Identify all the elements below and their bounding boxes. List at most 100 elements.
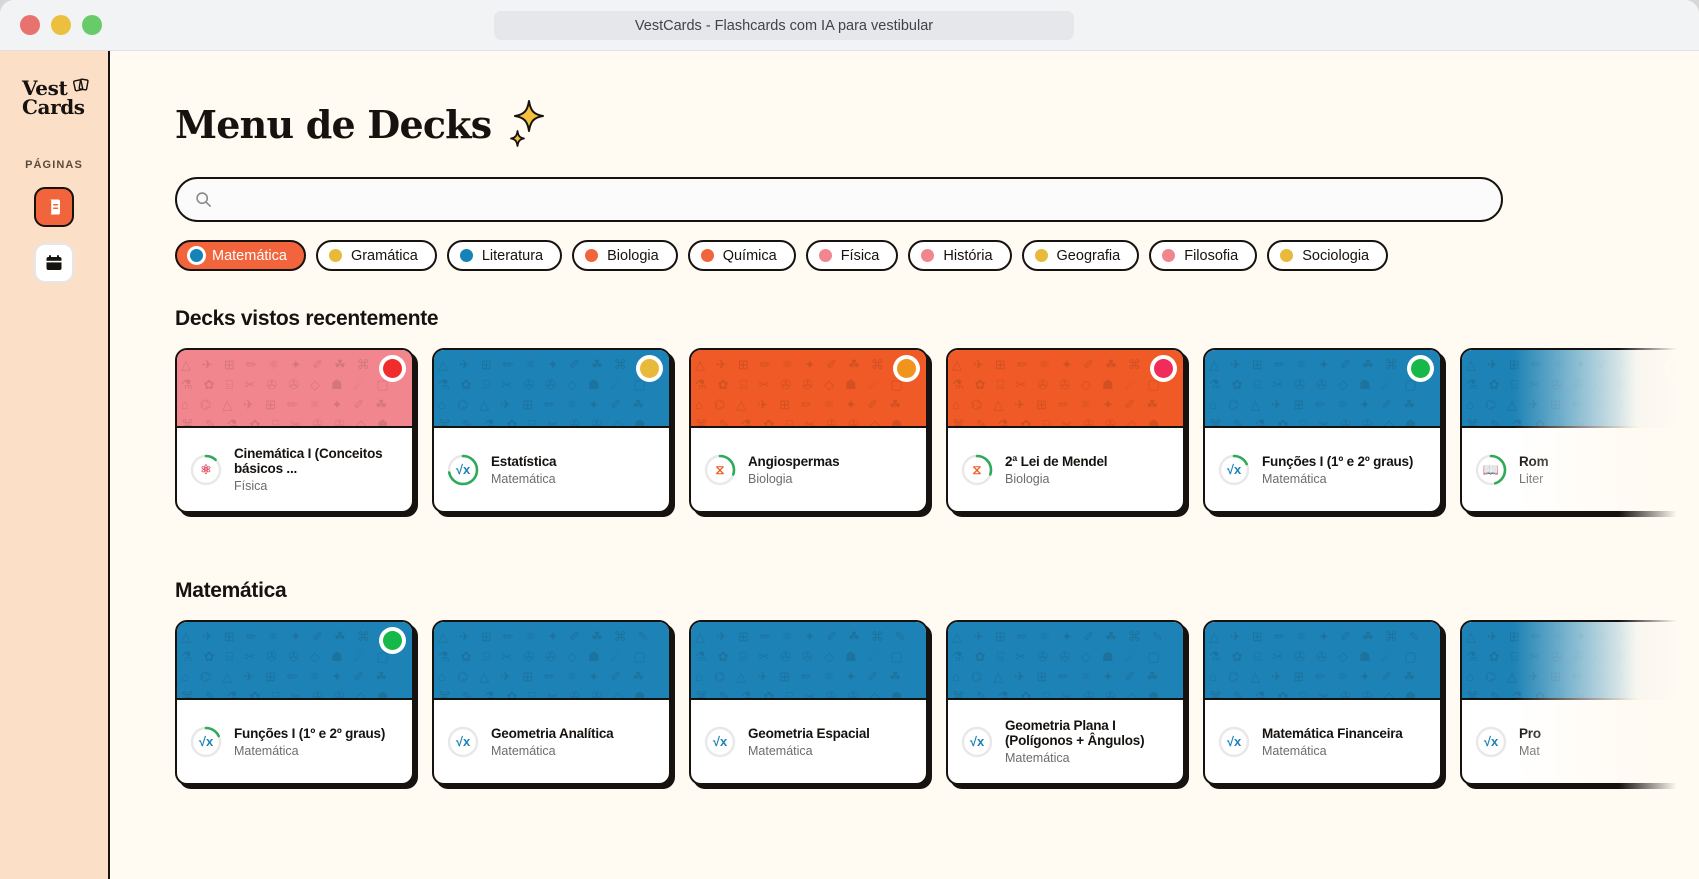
deck-info: √x Pro Mat (1462, 700, 1697, 783)
deck-status-dot (1668, 359, 1687, 378)
deck-carousel[interactable]: △✈⊞✏⚛✦✐☘⌘✎⚗✿⌸✂✇✇◇☗☄▢⌂⌬△✈⊞✏⚛✦✐☘⌘✎⚗✿⌸✂✇✇◇☗… (110, 620, 1699, 797)
deck-banner: △✈⊞✏⚛✦✐☘⌘✎⚗✿⌸✂✇✇◇☗☄▢⌂⌬△✈⊞✏⚛✦✐☘⌘✎⚗✿⌸✂✇✇◇☗ (177, 622, 412, 700)
filter-chip-matematica[interactable]: Matemática (175, 240, 306, 271)
minimize-button[interactable] (51, 15, 71, 35)
deck-card[interactable]: △✈⊞✏⚛✦✐☘⌘✎⚗✿⌸✂✇✇◇☗☄▢⌂⌬△✈⊞✏⚛✦✐☘⌘✎⚗✿⌸✂✇✇◇☗… (689, 620, 928, 785)
sidebar-item-calendario[interactable] (34, 243, 74, 283)
deck-subject-icon: ⧖ (972, 461, 982, 477)
deck-subject-icon: √x (455, 734, 471, 749)
filter-chip-dot (1162, 249, 1176, 262)
notebook-icon (48, 199, 60, 215)
deck-card[interactable]: △✈⊞✏⚛✦✐☘⌘✎⚗✿⌸✂✇✇◇☗☄▢⌂⌬△✈⊞✏⚛✦✐☘⌘✎⚗✿⌸✂✇✇◇☗… (1203, 620, 1442, 785)
deck-subject-icon: 📖 (1482, 461, 1500, 477)
deck-info: ⚛ Cinemática I (Conceitos básicos ... Fí… (177, 428, 412, 511)
deck-banner-pattern: △✈⊞✏⚛✦✐☘⌘✎⚗✿⌸✂✇✇◇☗☄▢⌂⌬△✈⊞✏⚛✦✐☘⌘✎⚗✿⌸✂✇✇◇☗ (952, 629, 1174, 700)
app-window: VestCards - Flashcards com IA para vesti… (0, 0, 1699, 879)
deck-progress-ring: ⧖ (960, 453, 994, 487)
deck-subject: Biologia (1005, 471, 1050, 486)
filter-chip-quimica[interactable]: Química (687, 240, 796, 271)
deck-subject-icon: √x (712, 734, 728, 749)
deck-carousel[interactable]: △✈⊞✏⚛✦✐☘⌘✎⚗✿⌸✂✇✇◇☗☄▢⌂⌬△✈⊞✏⚛✦✐☘⌘✎⚗✿⌸✂✇✇◇☗… (110, 348, 1699, 525)
deck-name: Geometria Espacial (748, 725, 870, 741)
deck-progress-ring: √x (446, 725, 480, 759)
filter-chip-label: Gramática (350, 247, 418, 264)
search-icon (196, 192, 211, 207)
filter-chip-literatura[interactable]: Literatura (446, 240, 563, 271)
filter-chip-label: Biologia (607, 247, 659, 264)
deck-info: √x Matemática Financeira Matemática (1205, 700, 1440, 783)
deck-info: ⧖ 2ª Lei de Mendel Biologia (948, 428, 1183, 511)
filter-chip-label: Filosofia (1184, 247, 1239, 264)
sidebar-section-label: PÁGINAS (25, 159, 83, 171)
deck-name: Pro (1519, 725, 1541, 741)
deck-info: √x Geometria Plana I (Polígonos + Ângulo… (948, 700, 1183, 783)
filter-chip-label: Geografia (1056, 247, 1121, 264)
filter-chip-dot (459, 249, 473, 262)
filter-chip-dot (585, 249, 599, 262)
deck-subject: Matemática (1262, 471, 1327, 486)
deck-subject: Matemática (234, 743, 299, 758)
app-logo[interactable]: Vest Cards (22, 78, 89, 117)
filter-chip-dot (921, 249, 935, 262)
search-bar[interactable] (175, 177, 1503, 222)
deck-card[interactable]: △✈⊞✏⚛✦✐☘⌘✎⚗✿⌸✂✇✇◇☗☄▢⌂⌬△✈⊞✏⚛✦✐☘⌘✎⚗✿⌸✂✇✇◇☗… (1460, 348, 1699, 513)
deck-progress-ring: √x (960, 725, 994, 759)
section-title: Decks vistos recentemente (175, 307, 439, 330)
deck-subject: Matemática (1005, 751, 1070, 765)
deck-card[interactable]: △✈⊞✏⚛✦✐☘⌘✎⚗✿⌸✂✇✇◇☗☄▢⌂⌬△✈⊞✏⚛✦✐☘⌘✎⚗✿⌸✂✇✇◇☗… (689, 348, 928, 513)
filter-chip-sociologia[interactable]: Sociologia (1267, 240, 1389, 271)
deck-info: ⧖ Angiospermas Biologia (691, 428, 926, 511)
deck-banner: △✈⊞✏⚛✦✐☘⌘✎⚗✿⌸✂✇✇◇☗☄▢⌂⌬△✈⊞✏⚛✦✐☘⌘✎⚗✿⌸✂✇✇◇☗ (434, 622, 669, 700)
deck-card[interactable]: △✈⊞✏⚛✦✐☘⌘✎⚗✿⌸✂✇✇◇☗☄▢⌂⌬△✈⊞✏⚛✦✐☘⌘✎⚗✿⌸✂✇✇◇☗… (175, 620, 414, 785)
sidebar-item-decks[interactable] (34, 187, 74, 227)
filter-chip-fisica[interactable]: Física (805, 240, 899, 271)
deck-progress-ring: 📖 (1474, 453, 1508, 487)
filter-chip-biologia[interactable]: Biologia (572, 240, 678, 271)
deck-subject-icon: √x (969, 734, 985, 749)
deck-name: Geometria Analítica (491, 725, 614, 741)
deck-card[interactable]: △✈⊞✏⚛✦✐☘⌘✎⚗✿⌸✂✇✇◇☗☄▢⌂⌬△✈⊞✏⚛✦✐☘⌘✎⚗✿⌸✂✇✇◇☗… (432, 620, 671, 785)
app-body: Vest Cards PÁGINAS Menu de Decks Matemát… (0, 51, 1699, 879)
filter-chip-gramatica[interactable]: Gramática (315, 240, 437, 271)
deck-info: √x Funções I (1º e 2º graus) Matemática (1205, 428, 1440, 511)
close-button[interactable] (20, 15, 40, 35)
deck-card[interactable]: △✈⊞✏⚛✦✐☘⌘✎⚗✿⌸✂✇✇◇☗☄▢⌂⌬△✈⊞✏⚛✦✐☘⌘✎⚗✿⌸✂✇✇◇☗… (946, 348, 1185, 513)
deck-status-dot (640, 359, 659, 378)
deck-card[interactable]: △✈⊞✏⚛✦✐☘⌘✎⚗✿⌸✂✇✇◇☗☄▢⌂⌬△✈⊞✏⚛✦✐☘⌘✎⚗✿⌸✂✇✇◇☗… (432, 348, 671, 513)
filter-chip-filosofia[interactable]: Filosofia (1149, 240, 1258, 271)
deck-progress-ring: √x (446, 453, 480, 487)
filter-chip-dot (700, 249, 714, 262)
page-title: Menu de Decks (175, 101, 492, 147)
deck-banner: △✈⊞✏⚛✦✐☘⌘✎⚗✿⌸✂✇✇◇☗☄▢⌂⌬△✈⊞✏⚛✦✐☘⌘✎⚗✿⌸✂✇✇◇☗ (948, 622, 1183, 700)
maximize-button[interactable] (82, 15, 102, 35)
search-input[interactable] (222, 191, 1483, 208)
deck-card[interactable]: △✈⊞✏⚛✦✐☘⌘✎⚗✿⌸✂✇✇◇☗☄▢⌂⌬△✈⊞✏⚛✦✐☘⌘✎⚗✿⌸✂✇✇◇☗… (946, 620, 1185, 785)
deck-status-dot (383, 359, 402, 378)
deck-progress-ring: √x (1217, 725, 1251, 759)
filter-chip-historia[interactable]: História (908, 240, 1012, 271)
deck-subject: Biologia (748, 471, 793, 486)
deck-banner-pattern: △✈⊞✏⚛✦✐☘⌘✎⚗✿⌸✂✇✇◇☗☄▢⌂⌬△✈⊞✏⚛✦✐☘⌘✎⚗✿⌸✂✇✇◇☗ (695, 629, 917, 700)
deck-info: √x Geometria Espacial Matemática (691, 700, 926, 783)
deck-card[interactable]: △✈⊞✏⚛✦✐☘⌘✎⚗✿⌸✂✇✇◇☗☄▢⌂⌬△✈⊞✏⚛✦✐☘⌘✎⚗✿⌸✂✇✇◇☗… (175, 348, 414, 513)
filter-chip-label: Matemática (212, 247, 287, 264)
deck-name: Geometria Plana I (Polígonos + Ângulos) (1005, 718, 1145, 748)
deck-subject: Matemática (748, 743, 813, 758)
deck-card[interactable]: △✈⊞✏⚛✦✐☘⌘✎⚗✿⌸✂✇✇◇☗☄▢⌂⌬△✈⊞✏⚛✦✐☘⌘✎⚗✿⌸✂✇✇◇☗… (1203, 348, 1442, 513)
deck-info: √x Estatística Matemática (434, 428, 669, 511)
deck-progress-ring: √x (1474, 725, 1508, 759)
filter-chip-geografia[interactable]: Geografia (1021, 240, 1140, 271)
filter-chip-label: Química (722, 247, 777, 264)
deck-subject-icon: √x (455, 462, 471, 477)
deck-subject: Mat (1519, 743, 1540, 758)
filter-chip-label: Física (840, 247, 880, 264)
deck-progress-ring: ⚛ (189, 453, 223, 487)
calendar-icon (46, 255, 62, 270)
deck-subject: Física (234, 479, 268, 493)
filter-chip-dot (190, 249, 203, 262)
deck-banner-pattern: △✈⊞✏⚛✦✐☘⌘✎⚗✿⌸✂✇✇◇☗☄▢⌂⌬△✈⊞✏⚛✦✐☘⌘✎⚗✿⌸✂✇✇◇☗ (438, 357, 660, 428)
deck-card[interactable]: △✈⊞✏⚛✦✐☘⌘✎⚗✿⌸✂✇✇◇☗☄▢⌂⌬△✈⊞✏⚛✦✐☘⌘✎⚗✿⌸✂✇✇◇☗… (1460, 620, 1699, 785)
deck-banner: △✈⊞✏⚛✦✐☘⌘✎⚗✿⌸✂✇✇◇☗☄▢⌂⌬△✈⊞✏⚛✦✐☘⌘✎⚗✿⌸✂✇✇◇☗ (1205, 350, 1440, 428)
section-title: Matemática (175, 579, 287, 602)
deck-info: 📖 Rom Liter (1462, 428, 1697, 511)
